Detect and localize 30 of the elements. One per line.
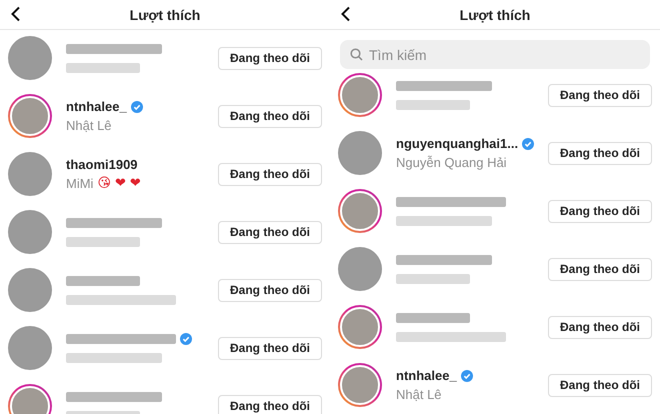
following-button[interactable]: Đang theo dõi xyxy=(218,394,322,414)
full-name: Nhật Lê xyxy=(396,387,442,402)
emoji: ❤ xyxy=(115,176,126,191)
following-button[interactable]: Đang theo dõi xyxy=(218,278,322,302)
search-icon xyxy=(350,48,363,61)
following-button[interactable]: Đang theo dõi xyxy=(548,258,652,280)
following-button[interactable]: Đang theo dõi xyxy=(218,336,322,360)
following-button[interactable]: Đang theo dõi xyxy=(548,374,652,396)
emoji: ❤ xyxy=(130,176,141,191)
following-button[interactable]: Đang theo dõi xyxy=(548,200,652,222)
following-button[interactable]: Đang theo dõi xyxy=(218,220,322,244)
full-name: Nhật Lê xyxy=(66,118,112,133)
following-button[interactable]: Đang theo dõi xyxy=(218,46,322,70)
username[interactable]: ntnhalee_ xyxy=(396,368,457,383)
full-name: Nguyễn Quang Hải xyxy=(396,155,507,170)
following-button[interactable]: Đang theo dõi xyxy=(548,142,652,164)
following-button[interactable]: Đang theo dõi xyxy=(548,84,652,106)
header-title: Lượt thích xyxy=(460,6,530,22)
following-button[interactable]: Đang theo dõi xyxy=(548,316,652,338)
emoji: 😘 xyxy=(97,176,111,191)
full-name: MiMi xyxy=(66,176,94,191)
header-title: Lượt thích xyxy=(130,6,200,22)
username[interactable]: thaomi1909 xyxy=(66,157,138,172)
back-icon[interactable] xyxy=(340,6,352,22)
username[interactable]: nguyenquanghai1... xyxy=(396,136,518,151)
search-field[interactable]: Tìm kiếm xyxy=(340,40,650,69)
following-button[interactable]: Đang theo dõi xyxy=(218,104,322,128)
back-icon[interactable] xyxy=(10,6,22,22)
username[interactable]: ntnhalee_ xyxy=(66,99,127,114)
following-button[interactable]: Đang theo dõi xyxy=(218,162,322,186)
